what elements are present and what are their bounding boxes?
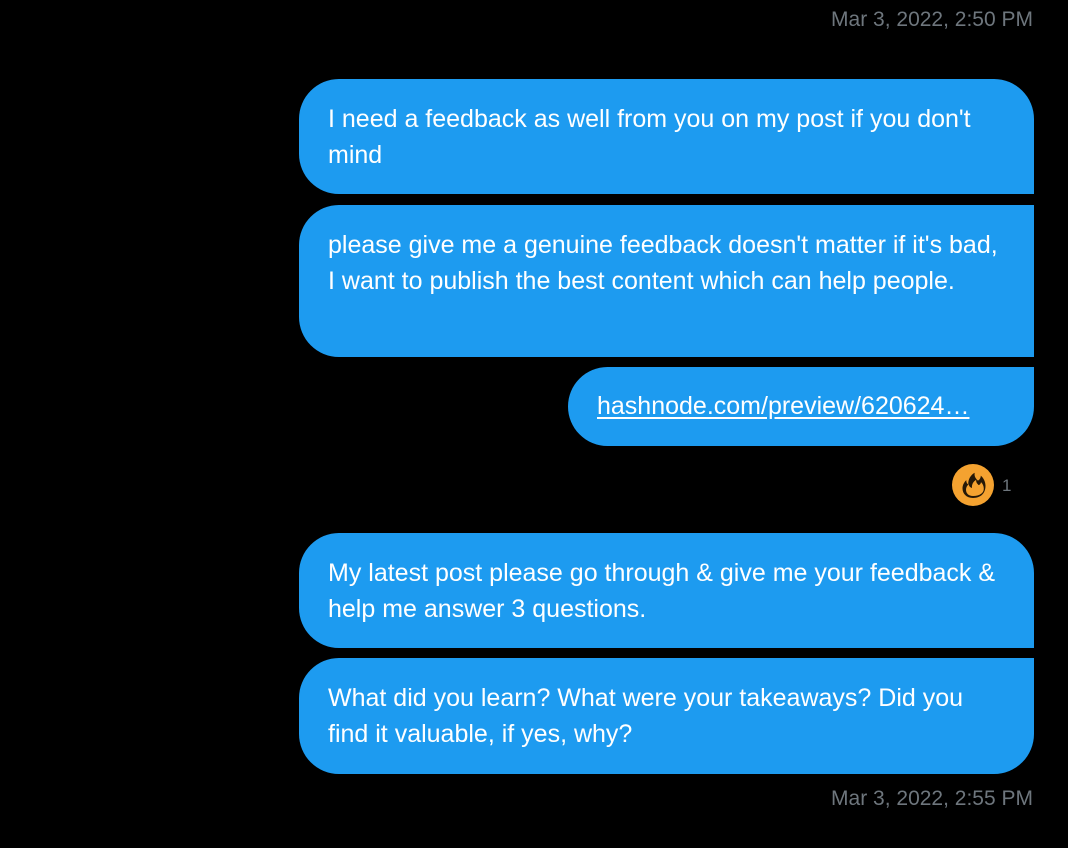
message-text: My latest post please go through & give … [328, 559, 996, 623]
message-text: I need a feedback as well from you on my… [328, 105, 971, 169]
message-timestamp: Mar 3, 2022, 2:50 PM [831, 8, 1033, 31]
reaction-count: 1 [1002, 476, 1012, 495]
message-bubble[interactable]: please give me a genuine feedback doesn'… [299, 205, 1034, 357]
message-reaction[interactable]: 1 [951, 463, 1011, 507]
message-bubble-link[interactable]: hashnode.com/preview/620624… [568, 367, 1034, 446]
message-text: please give me a genuine feedback doesn'… [328, 231, 998, 295]
message-bubble[interactable]: My latest post please go through & give … [299, 533, 1034, 648]
message-timestamp: Mar 3, 2022, 2:55 PM [831, 787, 1033, 810]
preview-link[interactable]: hashnode.com/preview/620624… [597, 392, 969, 420]
message-text: What did you learn? What were your takea… [328, 684, 964, 748]
message-bubble[interactable]: What did you learn? What were your takea… [299, 658, 1034, 774]
fire-icon [952, 464, 994, 506]
message-bubble[interactable]: I need a feedback as well from you on my… [299, 79, 1034, 194]
